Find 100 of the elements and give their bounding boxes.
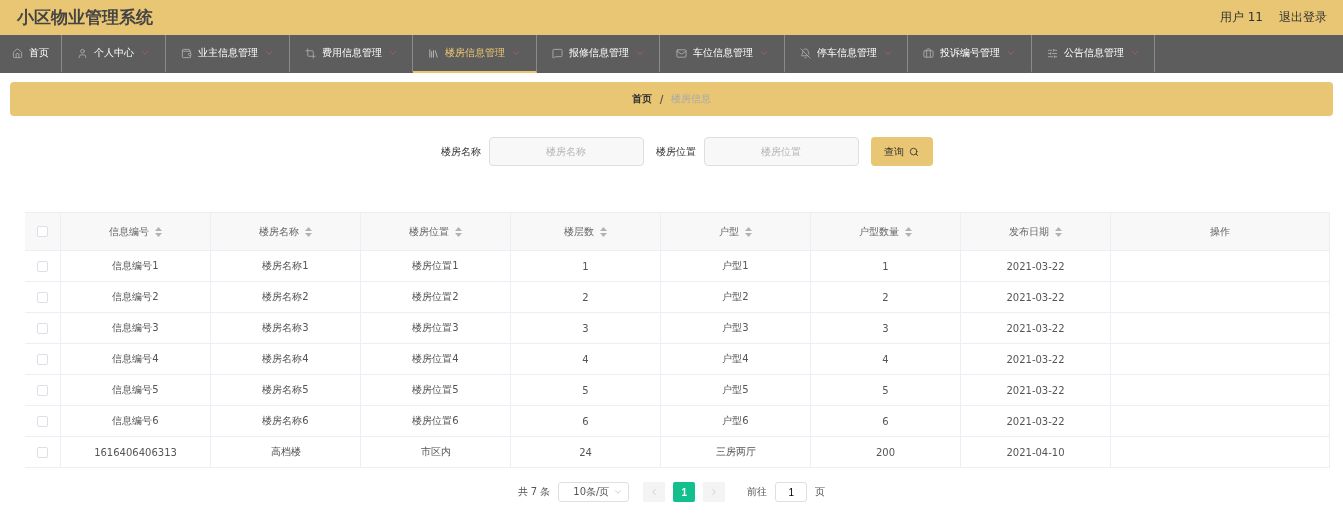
page-size-select[interactable]: 10条/页 [558, 482, 630, 502]
table-cell: 户型4 [722, 352, 749, 366]
column-header[interactable]: 户型数量 [859, 224, 912, 239]
table-cell: 2021-04-10 [1006, 446, 1065, 458]
checkbox[interactable] [37, 415, 48, 427]
nav-tab[interactable]: 报修信息管理 [537, 35, 660, 73]
table-cell: 信息编号3 [112, 321, 159, 335]
nav-icon [304, 47, 316, 59]
table-cell: 楼房名称4 [262, 352, 309, 366]
column-header: 操作 [1210, 224, 1230, 239]
nav-icon [12, 47, 23, 59]
nav-icon [675, 47, 687, 59]
nav-tab[interactable]: 公告信息管理 [1032, 35, 1155, 73]
column-header[interactable]: 发布日期 [1009, 224, 1062, 239]
field-label: 楼房位置 [655, 144, 696, 159]
column-header[interactable]: 户型 [719, 224, 752, 239]
table-cell: 户型3 [722, 321, 749, 335]
search-button[interactable]: 查询 [870, 137, 933, 166]
nav-tab[interactable]: 费用信息管理 [290, 35, 413, 73]
table-cell: 4 [882, 353, 889, 365]
table-cell: 楼房名称2 [262, 290, 309, 304]
table-cell: 户型6 [722, 414, 749, 428]
field-label: 楼房名称 [440, 144, 481, 159]
nav-icon [1046, 47, 1058, 59]
checkbox[interactable] [37, 384, 48, 396]
checkbox[interactable] [37, 226, 48, 237]
nav-tab[interactable]: 首页 [0, 35, 62, 73]
goto-label: 前往 [747, 485, 768, 499]
table-cell: 1616406406313 [94, 446, 177, 458]
table-cell: 2021-03-22 [1006, 353, 1065, 365]
table-cell: 楼房位置5 [412, 383, 459, 397]
nav-icon [77, 47, 88, 59]
nav-icon [551, 47, 563, 59]
nav-tab[interactable]: 楼房信息管理 [413, 35, 537, 73]
nav-icon [799, 47, 811, 59]
table-cell: 200 [875, 446, 896, 458]
table-cell: 高档楼 [270, 445, 301, 459]
table-cell: 楼房名称1 [262, 259, 309, 273]
table-cell: 楼房名称6 [262, 414, 309, 428]
table-cell: 户型1 [722, 259, 749, 273]
table-cell: 楼房位置6 [412, 414, 459, 428]
app-title: 小区物业管理系统 [17, 6, 153, 29]
table-cell: 信息编号5 [112, 383, 159, 397]
nav-tab[interactable]: 投诉编号管理 [908, 35, 1032, 73]
table-cell: 2021-03-22 [1006, 260, 1065, 272]
table-cell: 6 [582, 415, 589, 427]
table-cell: 楼房名称5 [262, 383, 309, 397]
checkbox[interactable] [37, 353, 48, 365]
page-suffix: 页 [815, 485, 826, 499]
table-cell: 5 [582, 384, 589, 396]
checkbox[interactable] [37, 446, 48, 458]
checkbox[interactable] [37, 260, 48, 272]
nav-icon [923, 47, 934, 59]
table-cell: 3 [582, 322, 589, 334]
table-cell: 楼房位置4 [412, 352, 459, 366]
column-header[interactable]: 信息编号 [109, 224, 162, 239]
total-count: 共 7 条 [517, 485, 551, 499]
table-cell: 1 [882, 260, 889, 272]
table-cell: 2021-03-22 [1006, 415, 1065, 427]
table-cell: 4 [582, 353, 589, 365]
user-name: 用户 11 [1219, 9, 1263, 26]
nav-tab[interactable]: 车位信息管理 [660, 35, 785, 73]
table-cell: 户型2 [722, 290, 749, 304]
column-header[interactable]: 楼层数 [564, 224, 607, 239]
table-cell: 2 [582, 291, 589, 303]
table-cell: 3 [882, 322, 889, 334]
table-cell: 6 [882, 415, 889, 427]
breadcrumb-home[interactable]: 首页 [631, 92, 652, 106]
table-cell: 三房两厅 [715, 445, 756, 459]
table-cell: 楼房位置2 [412, 290, 459, 304]
checkbox[interactable] [37, 322, 48, 334]
table-cell: 市区内 [420, 445, 451, 459]
table-cell: 2021-03-22 [1006, 322, 1065, 334]
table-cell: 信息编号1 [112, 259, 159, 273]
chevron-down-icon [613, 487, 624, 497]
table-cell: 1 [582, 260, 589, 272]
search-field[interactable]: 楼房名称 [488, 137, 644, 166]
table-cell: 2021-03-22 [1006, 384, 1065, 396]
nav-icon [181, 47, 192, 59]
search-icon [909, 146, 919, 157]
table-cell: 信息编号2 [112, 290, 159, 304]
breadcrumb-separator: / [659, 93, 664, 105]
table-cell: 24 [579, 446, 592, 458]
table-cell: 2 [882, 291, 889, 303]
page-input[interactable]: 1 [775, 482, 808, 502]
column-header[interactable]: 楼房名称 [259, 224, 312, 239]
table-cell: 楼房位置1 [412, 259, 459, 273]
table-cell: 2021-03-22 [1006, 291, 1065, 303]
logout-link[interactable]: 退出登录 [1279, 9, 1327, 26]
nav-icon [428, 47, 439, 59]
table-cell: 楼房位置3 [412, 321, 459, 335]
table-cell: 户型5 [722, 383, 749, 397]
nav-tab[interactable]: 停车信息管理 [785, 35, 908, 73]
table-cell: 楼房名称3 [262, 321, 309, 335]
table-cell: 5 [882, 384, 889, 396]
table-cell: 信息编号6 [112, 414, 159, 428]
nav-tab[interactable]: 个人中心 [62, 35, 166, 73]
column-header[interactable]: 楼房位置 [409, 224, 462, 239]
nav-tab[interactable]: 业主信息管理 [166, 35, 290, 73]
checkbox[interactable] [37, 291, 48, 303]
